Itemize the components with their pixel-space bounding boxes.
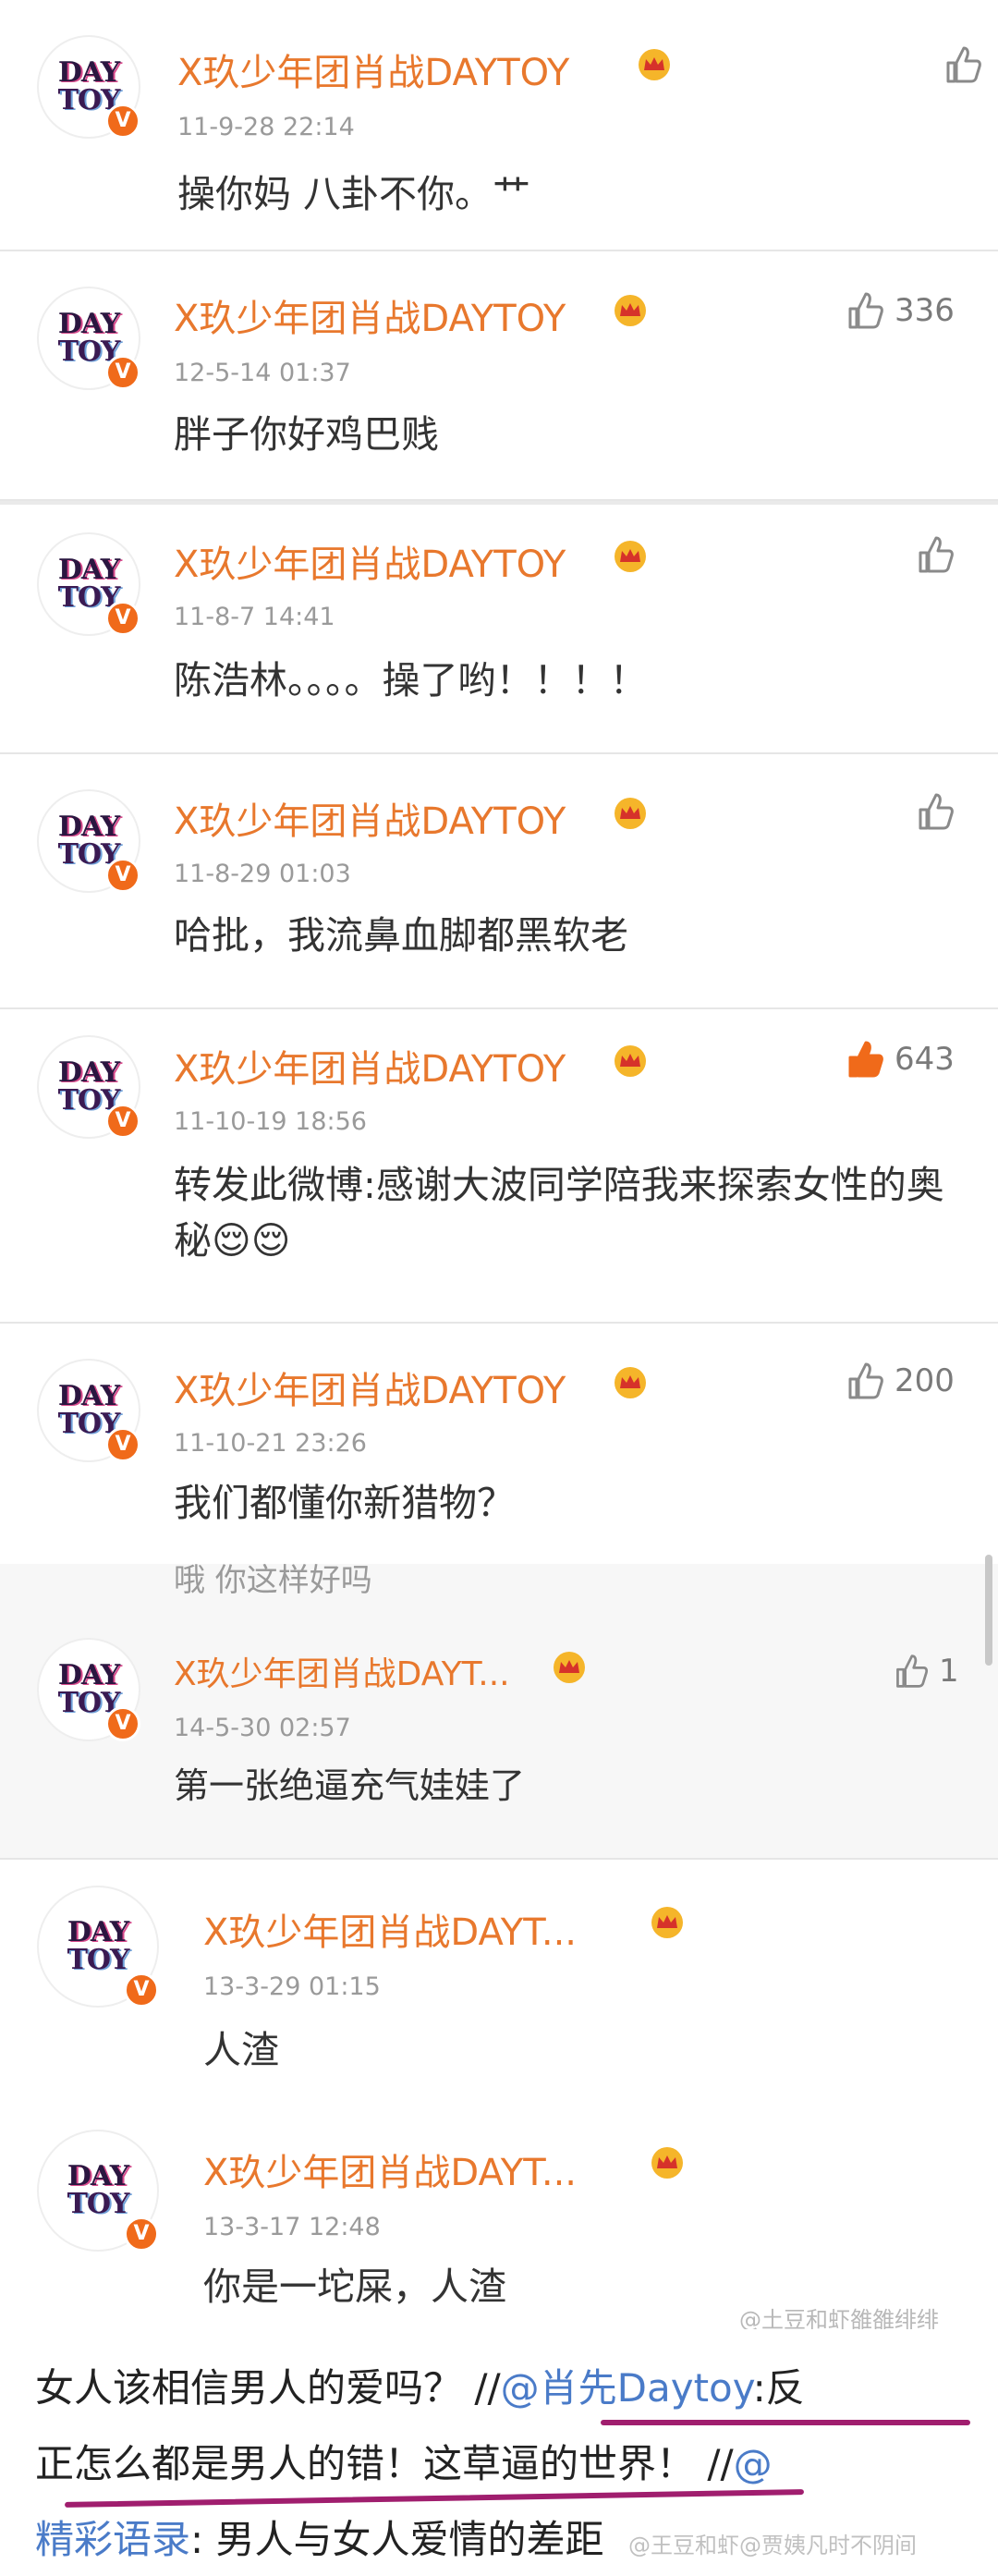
verified-badge-icon: V	[105, 1104, 140, 1139]
avatar[interactable]: DAY TOY V	[37, 35, 140, 139]
comment-text: 第一张绝逼充气娃娃了	[174, 1765, 526, 1806]
timestamp: 11-8-7 14:41	[174, 603, 335, 631]
comment-item: DAY TOY V X玖少年团肖战DAYT... 13-3-29 01:15 人渣	[0, 1860, 998, 2102]
crown-icon	[615, 541, 646, 572]
comment-text: 人渣	[203, 2028, 279, 2072]
cropped-text: 哦 你这样好吗	[174, 1562, 372, 1599]
mention-link[interactable]: @	[734, 2441, 773, 2486]
thumbs-up-icon	[919, 536, 954, 573]
comment-text: 胖子你好鸡巴贱	[174, 412, 439, 457]
like-count: 643	[895, 1041, 955, 1078]
verified-badge-icon: V	[105, 858, 140, 893]
crown-icon	[651, 2147, 683, 2179]
like-button[interactable]: 200	[845, 1361, 955, 1401]
comment-item: 哦 你这样好吗 DAY TOY V X玖少年团肖战DAYT... 14-5-30 …	[0, 1555, 998, 1860]
timestamp: 11-8-29 01:03	[174, 860, 351, 888]
verified-badge-icon: V	[124, 2216, 159, 2252]
timestamp: 11-9-28 22:14	[177, 113, 355, 141]
like-count: 200	[895, 1362, 955, 1399]
avatar[interactable]: DAY TOY V	[37, 287, 140, 390]
mention-link[interactable]: @肖先Daytoy	[501, 2365, 753, 2411]
crown-icon	[651, 1907, 683, 1938]
username[interactable]: X玖少年团肖战DAYTOY	[174, 534, 566, 588]
avatar[interactable]: DAY TOY V	[37, 532, 140, 636]
timestamp: 11-10-19 18:56	[174, 1107, 367, 1136]
comment-item: DAY TOY V X玖少年团肖战DAYTOY 11-8-29 01:03 哈批，…	[0, 754, 998, 1009]
thumbs-up-filled-icon	[848, 1041, 883, 1078]
repost-line-2: 正怎么都是男人的错！这草逼的世界！ //@	[35, 2441, 773, 2486]
avatar[interactable]: DAY TOY V	[37, 1638, 140, 1741]
username[interactable]: X玖少年团肖战DAYTOY	[174, 288, 566, 342]
highlight-underline	[601, 2420, 970, 2425]
like-count: 336	[895, 292, 955, 329]
crown-icon	[615, 798, 646, 829]
avatar[interactable]: DAY TOY V	[37, 1886, 159, 2008]
like-button[interactable]: 1	[893, 1653, 959, 1690]
username[interactable]: X玖少年团肖战DAYTOY	[174, 1039, 566, 1093]
timestamp: 12-5-14 01:37	[174, 359, 351, 387]
repost-text: 女人该相信男人的爱吗？ //@肖先Daytoy:反 正怎么都是男人的错！这草逼的…	[0, 2329, 998, 2576]
username[interactable]: X玖少年团肖战DAYT...	[174, 1647, 510, 1695]
timestamp: 13-3-17 12:48	[203, 2213, 381, 2241]
verified-badge-icon: V	[124, 1972, 159, 2008]
comment-item: DAY TOY V X玖少年团肖战DAYTOY 11-8-7 14:41 陈浩林。…	[0, 505, 998, 754]
verified-badge-icon: V	[105, 1427, 140, 1462]
username[interactable]: X玖少年团肖战DAYT...	[203, 2143, 577, 2196]
avatar[interactable]: DAY TOY V	[37, 789, 140, 893]
like-button[interactable]	[943, 44, 983, 85]
verified-badge-icon: V	[105, 104, 140, 139]
crown-icon	[615, 1367, 646, 1398]
comment-text: 陈浩林。。。。操了哟！！！！	[174, 658, 648, 702]
comment-item: DAY TOY V X玖少年团肖战DAYTOY 11-9-28 22:14 操你妈…	[0, 0, 998, 251]
avatar[interactable]: DAY TOY V	[37, 1035, 140, 1139]
username[interactable]: X玖少年团肖战DAYT...	[203, 1902, 577, 1956]
like-button[interactable]	[915, 534, 955, 575]
username[interactable]: X玖少年团肖战DAYTOY	[177, 43, 569, 96]
highlight-underline	[65, 2489, 804, 2508]
comment-item: DAY TOY V X玖少年团肖战DAYT... 13-3-17 12:48 你是…	[0, 2102, 998, 2333]
like-button[interactable]	[915, 791, 955, 832]
thumbs-up-icon	[946, 46, 981, 83]
comment-text: 转发此微博:感谢大波同学陪我来探索女性的奥秘😌😌	[174, 1163, 944, 1263]
mention-link[interactable]: 精彩语录	[35, 2517, 190, 2562]
comment-item: DAY TOY V X玖少年团肖战DAYTOY 11-10-19 18:56 转发…	[0, 1009, 998, 1324]
repost-line-3: 精彩语录: 男人与女人爱情的差距	[35, 2517, 604, 2562]
comment-text: 你是一坨屎，人渣	[203, 2265, 506, 2309]
repost-line-1: 女人该相信男人的爱吗？ //@肖先Daytoy:反	[35, 2365, 805, 2411]
crown-icon	[615, 1045, 646, 1077]
thumbs-up-icon	[919, 793, 954, 830]
comment-text: 操你妈 八卦不你。艹	[177, 172, 531, 216]
thumbs-up-icon	[896, 1654, 929, 1688]
timestamp: 11-10-21 23:26	[174, 1429, 367, 1458]
username[interactable]: X玖少年团肖战DAYTOY	[174, 791, 566, 845]
scrollbar[interactable]	[985, 1555, 992, 1666]
watermark: @王豆和虾@贾姨凡时不阴间	[628, 2533, 917, 2558]
verified-badge-icon: V	[105, 355, 140, 390]
comment-item: DAY TOY V X玖少年团肖战DAYTOY 12-5-14 01:37 胖子你…	[0, 251, 998, 501]
thumbs-up-icon	[848, 292, 883, 329]
timestamp: 13-3-29 01:15	[203, 1972, 381, 2001]
crown-icon	[615, 295, 646, 326]
like-button[interactable]: 336	[845, 290, 955, 331]
crown-icon	[554, 1652, 585, 1683]
comment-item: DAY TOY V X玖少年团肖战DAYTOY 11-10-21 23:26 我们…	[0, 1324, 998, 1564]
avatar[interactable]: DAY TOY V	[37, 2130, 159, 2252]
timestamp: 14-5-30 02:57	[174, 1714, 351, 1742]
like-button[interactable]: 643	[845, 1039, 955, 1080]
verified-badge-icon: V	[105, 601, 140, 636]
thumbs-up-icon	[848, 1362, 883, 1399]
verified-badge-icon: V	[105, 1706, 140, 1741]
comment-text: 哈批，我流鼻血脚都黑软老	[174, 913, 628, 958]
username[interactable]: X玖少年团肖战DAYTOY	[174, 1361, 566, 1414]
avatar[interactable]: DAY TOY V	[37, 1359, 140, 1462]
crown-icon	[639, 49, 670, 80]
comment-text: 我们都懂你新猎物？	[174, 1481, 515, 1525]
like-count: 1	[939, 1653, 959, 1690]
